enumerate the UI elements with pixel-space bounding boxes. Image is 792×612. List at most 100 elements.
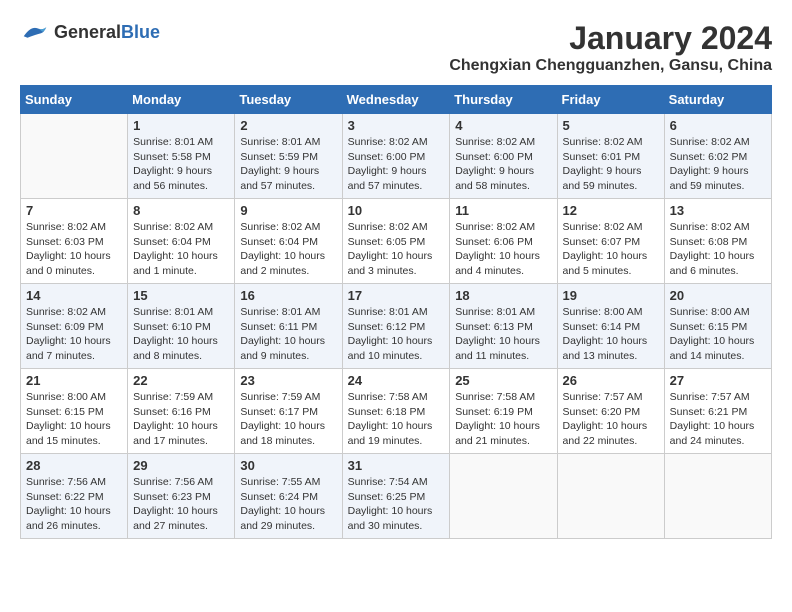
day-number: 6 <box>670 118 766 133</box>
weekday-header-monday: Monday <box>128 86 235 114</box>
day-number: 20 <box>670 288 766 303</box>
day-number: 16 <box>240 288 336 303</box>
day-info: Sunrise: 8:02 AMSunset: 6:06 PMDaylight:… <box>455 220 551 279</box>
day-info: Sunrise: 8:01 AMSunset: 5:58 PMDaylight:… <box>133 135 229 194</box>
logo-blue: Blue <box>121 22 160 42</box>
day-info: Sunrise: 8:02 AMSunset: 6:04 PMDaylight:… <box>240 220 336 279</box>
day-info: Sunrise: 7:57 AMSunset: 6:21 PMDaylight:… <box>670 390 766 449</box>
day-info: Sunrise: 7:59 AMSunset: 6:17 PMDaylight:… <box>240 390 336 449</box>
day-info: Sunrise: 8:02 AMSunset: 6:05 PMDaylight:… <box>348 220 445 279</box>
day-number: 17 <box>348 288 445 303</box>
calendar-cell: 4 Sunrise: 8:02 AMSunset: 6:00 PMDaylight… <box>450 114 557 199</box>
calendar-cell: 1 Sunrise: 8:01 AMSunset: 5:58 PMDaylight… <box>128 114 235 199</box>
calendar-cell: 26Sunrise: 7:57 AMSunset: 6:20 PMDayligh… <box>557 369 664 454</box>
weekday-header-saturday: Saturday <box>664 86 771 114</box>
day-info: Sunrise: 8:00 AMSunset: 6:15 PMDaylight:… <box>670 305 766 364</box>
calendar-cell: 9 Sunrise: 8:02 AMSunset: 6:04 PMDaylight… <box>235 199 342 284</box>
calendar-week-row: 14 Sunrise: 8:02 AMSunset: 6:09 PMDayligh… <box>21 284 772 369</box>
day-info: Sunrise: 7:54 AMSunset: 6:25 PMDaylight:… <box>348 475 445 534</box>
calendar-cell: 25 Sunrise: 7:58 AMSunset: 6:19 PMDayligh… <box>450 369 557 454</box>
logo: GeneralBlue <box>20 20 160 45</box>
day-info: Sunrise: 7:58 AMSunset: 6:18 PMDaylight:… <box>348 390 445 449</box>
calendar-cell: 20 Sunrise: 8:00 AMSunset: 6:15 PMDayligh… <box>664 284 771 369</box>
day-number: 29 <box>133 458 229 473</box>
day-info: Sunrise: 8:00 AMSunset: 6:15 PMDaylight:… <box>26 390 122 449</box>
calendar-cell <box>557 454 664 539</box>
day-number: 11 <box>455 203 551 218</box>
header: GeneralBlue January 2024 Chengxian Cheng… <box>20 20 772 75</box>
day-number: 24 <box>348 373 445 388</box>
day-info: Sunrise: 8:02 AMSunset: 6:09 PMDaylight:… <box>26 305 122 364</box>
day-number: 4 <box>455 118 551 133</box>
calendar-cell: 11 Sunrise: 8:02 AMSunset: 6:06 PMDayligh… <box>450 199 557 284</box>
day-number: 23 <box>240 373 336 388</box>
logo-bird-icon <box>20 20 50 45</box>
month-title: January 2024 <box>449 20 772 57</box>
calendar-cell: 16Sunrise: 8:01 AMSunset: 6:11 PMDayligh… <box>235 284 342 369</box>
day-info: Sunrise: 7:55 AMSunset: 6:24 PMDaylight:… <box>240 475 336 534</box>
day-number: 22 <box>133 373 229 388</box>
day-number: 27 <box>670 373 766 388</box>
weekday-header-thursday: Thursday <box>450 86 557 114</box>
day-number: 30 <box>240 458 336 473</box>
day-info: Sunrise: 8:01 AMSunset: 6:10 PMDaylight:… <box>133 305 229 364</box>
calendar-cell: 3 Sunrise: 8:02 AMSunset: 6:00 PMDaylight… <box>342 114 450 199</box>
day-info: Sunrise: 8:01 AMSunset: 5:59 PMDaylight:… <box>240 135 336 194</box>
calendar-cell: 18Sunrise: 8:01 AMSunset: 6:13 PMDayligh… <box>450 284 557 369</box>
calendar-week-row: 7Sunrise: 8:02 AMSunset: 6:03 PMDaylight… <box>21 199 772 284</box>
day-info: Sunrise: 8:02 AMSunset: 6:07 PMDaylight:… <box>563 220 659 279</box>
day-number: 2 <box>240 118 336 133</box>
calendar-cell: 21 Sunrise: 8:00 AMSunset: 6:15 PMDayligh… <box>21 369 128 454</box>
day-number: 13 <box>670 203 766 218</box>
day-info: Sunrise: 8:02 AMSunset: 6:00 PMDaylight:… <box>348 135 445 194</box>
day-number: 21 <box>26 373 122 388</box>
calendar-week-row: 1 Sunrise: 8:01 AMSunset: 5:58 PMDaylight… <box>21 114 772 199</box>
day-number: 9 <box>240 203 336 218</box>
day-info: Sunrise: 8:00 AMSunset: 6:14 PMDaylight:… <box>563 305 659 364</box>
calendar-cell: 12 Sunrise: 8:02 AMSunset: 6:07 PMDayligh… <box>557 199 664 284</box>
calendar-cell: 29Sunrise: 7:56 AMSunset: 6:23 PMDayligh… <box>128 454 235 539</box>
day-info: Sunrise: 7:58 AMSunset: 6:19 PMDaylight:… <box>455 390 551 449</box>
calendar-cell: 28Sunrise: 7:56 AMSunset: 6:22 PMDayligh… <box>21 454 128 539</box>
calendar-cell: 10 Sunrise: 8:02 AMSunset: 6:05 PMDayligh… <box>342 199 450 284</box>
day-number: 7 <box>26 203 122 218</box>
calendar-cell <box>21 114 128 199</box>
calendar-week-row: 21 Sunrise: 8:00 AMSunset: 6:15 PMDayligh… <box>21 369 772 454</box>
calendar-cell: 7Sunrise: 8:02 AMSunset: 6:03 PMDaylight… <box>21 199 128 284</box>
title-area: January 2024 Chengxian Chengguanzhen, Ga… <box>449 20 772 75</box>
logo-text: GeneralBlue <box>54 23 160 43</box>
calendar-cell: 13Sunrise: 8:02 AMSunset: 6:08 PMDayligh… <box>664 199 771 284</box>
calendar-week-row: 28Sunrise: 7:56 AMSunset: 6:22 PMDayligh… <box>21 454 772 539</box>
calendar-header-row: SundayMondayTuesdayWednesdayThursdayFrid… <box>21 86 772 114</box>
day-number: 3 <box>348 118 445 133</box>
calendar-cell: 30 Sunrise: 7:55 AMSunset: 6:24 PMDayligh… <box>235 454 342 539</box>
day-number: 14 <box>26 288 122 303</box>
calendar-cell: 8Sunrise: 8:02 AMSunset: 6:04 PMDaylight… <box>128 199 235 284</box>
calendar-cell: 27 Sunrise: 7:57 AMSunset: 6:21 PMDayligh… <box>664 369 771 454</box>
calendar-cell: 22 Sunrise: 7:59 AMSunset: 6:16 PMDayligh… <box>128 369 235 454</box>
calendar-cell: 23 Sunrise: 7:59 AMSunset: 6:17 PMDayligh… <box>235 369 342 454</box>
calendar-cell: 19Sunrise: 8:00 AMSunset: 6:14 PMDayligh… <box>557 284 664 369</box>
day-number: 12 <box>563 203 659 218</box>
day-info: Sunrise: 7:59 AMSunset: 6:16 PMDaylight:… <box>133 390 229 449</box>
day-number: 10 <box>348 203 445 218</box>
day-number: 18 <box>455 288 551 303</box>
day-number: 1 <box>133 118 229 133</box>
day-number: 8 <box>133 203 229 218</box>
day-info: Sunrise: 8:02 AMSunset: 6:02 PMDaylight:… <box>670 135 766 194</box>
day-info: Sunrise: 7:56 AMSunset: 6:22 PMDaylight:… <box>26 475 122 534</box>
day-number: 31 <box>348 458 445 473</box>
calendar-cell <box>450 454 557 539</box>
calendar-cell: 31 Sunrise: 7:54 AMSunset: 6:25 PMDayligh… <box>342 454 450 539</box>
calendar-cell: 6 Sunrise: 8:02 AMSunset: 6:02 PMDaylight… <box>664 114 771 199</box>
calendar-table: SundayMondayTuesdayWednesdayThursdayFrid… <box>20 85 772 539</box>
weekday-header-wednesday: Wednesday <box>342 86 450 114</box>
day-info: Sunrise: 7:57 AMSunset: 6:20 PMDaylight:… <box>563 390 659 449</box>
day-number: 25 <box>455 373 551 388</box>
day-info: Sunrise: 8:02 AMSunset: 6:01 PMDaylight:… <box>563 135 659 194</box>
calendar-cell: 5 Sunrise: 8:02 AMSunset: 6:01 PMDaylight… <box>557 114 664 199</box>
day-number: 5 <box>563 118 659 133</box>
calendar-cell: 24 Sunrise: 7:58 AMSunset: 6:18 PMDayligh… <box>342 369 450 454</box>
calendar-cell <box>664 454 771 539</box>
day-info: Sunrise: 8:02 AMSunset: 6:00 PMDaylight:… <box>455 135 551 194</box>
